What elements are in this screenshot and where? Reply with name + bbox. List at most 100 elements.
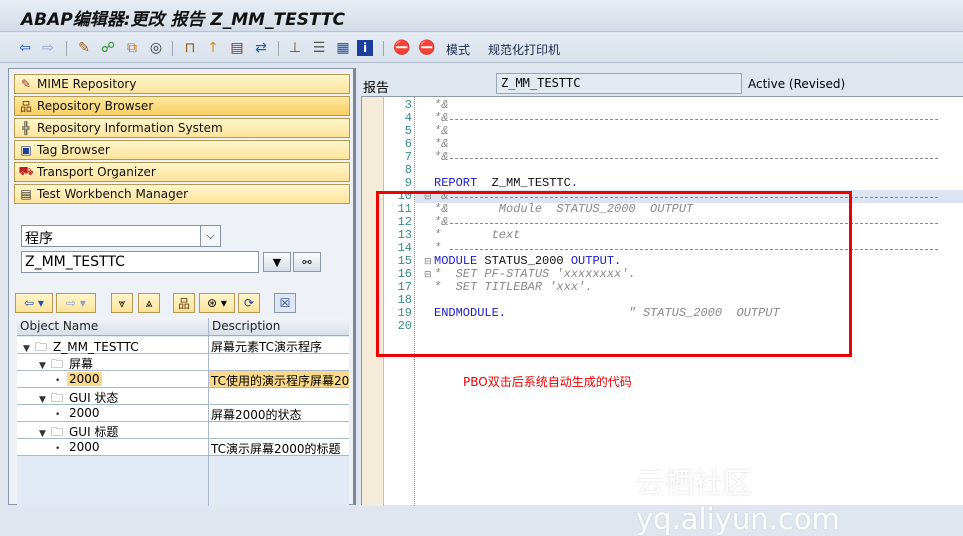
tree-node-label: 2000 bbox=[67, 372, 102, 386]
object-type-value: 程序 bbox=[25, 231, 53, 247]
hierarchy-icon: 品 bbox=[177, 296, 190, 311]
share-icon[interactable]: ⇄ bbox=[251, 38, 271, 58]
target-icon[interactable]: ◎ bbox=[146, 38, 166, 58]
tree-cell-name: • 2000 bbox=[17, 405, 207, 421]
stack-icon[interactable]: ☰ bbox=[309, 38, 329, 58]
refresh-icon: ⟳ bbox=[243, 296, 255, 310]
code-line[interactable]: *& bbox=[434, 151, 448, 164]
navigation-pane: ✎ MIME Repository 品 Repository Browser ╬ Re… bbox=[8, 68, 356, 506]
nav-item-label: Test Workbench Manager bbox=[37, 187, 189, 201]
tree-node-label: 屏幕 bbox=[69, 357, 94, 371]
code-line[interactable]: *& Module STATUS_2000 OUTPUT bbox=[434, 203, 693, 216]
tree-node-label: Z_MM_TESTTC bbox=[53, 340, 139, 354]
hierarchy-icon: 品 bbox=[19, 99, 32, 114]
tree-node-label: GUI 标题 bbox=[69, 425, 119, 439]
nav-item-repository-browser[interactable]: 品 Repository Browser bbox=[14, 96, 350, 116]
activate-icon[interactable]: ☍ bbox=[98, 38, 118, 58]
nav-item-mime-repository[interactable]: ✎ MIME Repository bbox=[14, 74, 350, 94]
fold-toggle-icon[interactable]: ⊟ bbox=[424, 192, 432, 202]
expand-all-button[interactable]: ⩔ bbox=[111, 293, 133, 313]
code-line[interactable]: * SET TITLEBAR 'xxx'. bbox=[434, 281, 592, 294]
list-icon[interactable]: ▦ bbox=[333, 38, 353, 58]
display-button[interactable]: ⚯ bbox=[293, 252, 321, 272]
comment-separator bbox=[450, 197, 938, 198]
back-arrow-icon[interactable]: ⇦ bbox=[15, 38, 35, 58]
expand-toggle-icon[interactable]: ▼ bbox=[39, 395, 51, 405]
pencil-icon[interactable]: ✎ bbox=[74, 38, 94, 58]
tree-row[interactable]: ▼ 🗀 GUI 状态 bbox=[17, 388, 349, 405]
toolbar-separator bbox=[172, 41, 173, 56]
forward-button[interactable]: ⇨ ▾ bbox=[56, 293, 96, 313]
workbench-icon: ▤ bbox=[20, 187, 32, 201]
refresh-button[interactable]: ⟳ bbox=[238, 293, 260, 313]
expand-toggle-icon[interactable]: ▼ bbox=[39, 361, 51, 371]
tree-node-label: 2000 bbox=[69, 406, 100, 420]
hierarchy-button[interactable]: 品 bbox=[173, 293, 195, 313]
pin-icon[interactable]: ↑ bbox=[203, 38, 223, 58]
nav-item-transport-organizer[interactable]: ⛟ Transport Organizer bbox=[14, 162, 350, 182]
object-tree: Object Name Description ▼ 🗀 Z_MM_TESTTC 屏幕元… bbox=[17, 318, 349, 506]
nav-item-label: Transport Organizer bbox=[37, 165, 156, 179]
toolbar-separator bbox=[383, 41, 384, 56]
expand-toggle-icon[interactable]: ▼ bbox=[23, 344, 35, 354]
title-bar: ABAP编辑器:更改 报告 Z_MM_TESTTC bbox=[0, 0, 963, 32]
nav-item-test-workbench-manager[interactable]: ▤ Test Workbench Manager bbox=[14, 184, 350, 204]
object-name-input[interactable]: Z_MM_TESTTC bbox=[21, 251, 259, 273]
tree-cell-description: TC使用的演示程序屏幕2000 bbox=[208, 371, 349, 387]
leaf-bullet-icon: • bbox=[55, 444, 61, 454]
tree-row[interactable]: ▼ 🗀 Z_MM_TESTTC 屏幕元素TC演示程序 bbox=[17, 337, 349, 354]
nav-item-tag-browser[interactable]: ▣ Tag Browser bbox=[14, 140, 350, 160]
tree-row[interactable]: • 2000 TC演示屏幕2000的标题 bbox=[17, 439, 349, 456]
stop-display-icon[interactable]: ⛔ bbox=[392, 38, 412, 58]
code-line[interactable]: ENDMODULE. " STATUS_2000 OUTPUT bbox=[434, 307, 780, 320]
tree-icon[interactable]: ⊥ bbox=[285, 38, 305, 58]
asterisk-icon: ⊛ ▾ bbox=[207, 296, 227, 310]
column-header-object-name[interactable]: Object Name bbox=[17, 318, 208, 336]
expand-icon: ⩔ bbox=[118, 295, 126, 310]
gutter-divider bbox=[414, 97, 415, 506]
collapse-icon: ⩓ bbox=[145, 295, 153, 310]
tree-cell-name: • 2000 bbox=[17, 439, 207, 455]
editor-pane: 报告 Z_MM_TESTTC Active (Revised) 3 *& 4 *& 5 *… bbox=[358, 68, 963, 506]
close-button[interactable]: ☒ bbox=[274, 293, 296, 313]
application-toolbar: ⇦ ⇨ ✎ ☍ ⧉ ◎ ⊓ ↑ ▤ ⇄ ⊥ ☰ ▦ i ⛔ ⛔ 模式 规范化打印… bbox=[0, 33, 963, 63]
chevron-down-icon[interactable]: ⌵ bbox=[200, 226, 220, 246]
column-header-description[interactable]: Description bbox=[208, 318, 349, 336]
code-line[interactable]: REPORT Z_MM_TESTTC. bbox=[434, 177, 578, 190]
back-button[interactable]: ⇦ ▾ bbox=[15, 293, 53, 313]
fold-toggle-icon[interactable]: ⊟ bbox=[424, 270, 432, 280]
tree-row[interactable]: ▼ 🗀 屏幕 bbox=[17, 354, 349, 371]
pattern-button[interactable]: 模式 bbox=[446, 41, 470, 58]
tree-row[interactable]: • 2000 TC使用的演示程序屏幕2000 bbox=[17, 371, 349, 388]
hierarchy-icon[interactable]: ⊓ bbox=[180, 38, 200, 58]
check-icon[interactable]: ⧉ bbox=[122, 38, 142, 58]
comment-separator bbox=[450, 119, 938, 120]
info-icon[interactable]: i bbox=[357, 40, 373, 56]
back-arrow-icon: ⇦ ▾ bbox=[24, 296, 44, 310]
expand-toggle-icon[interactable]: ▼ bbox=[39, 429, 51, 439]
watermark: 云栖社区 yq.aliyun.com bbox=[636, 466, 840, 536]
tree-cell-name: ▼ 🗀 屏幕 bbox=[17, 354, 207, 371]
more-button[interactable]: ⊛ ▾ bbox=[199, 293, 235, 313]
pretty-printer-button[interactable]: 规范化打印机 bbox=[488, 41, 560, 58]
object-name-value: Z_MM_TESTTC bbox=[25, 254, 125, 270]
tree-cell-name: ▼ 🗀 Z_MM_TESTTC bbox=[17, 337, 207, 354]
info-system-icon: ╬ bbox=[22, 121, 30, 135]
tree-row[interactable]: ▼ 🗀 GUI 标题 bbox=[17, 422, 349, 439]
tree-cell-description: 屏幕元素TC演示程序 bbox=[208, 337, 349, 353]
code-line[interactable]: * text bbox=[434, 229, 520, 242]
stop-user-icon[interactable]: ⛔ bbox=[417, 38, 437, 58]
tree-row[interactable]: • 2000 屏幕2000的状态 bbox=[17, 405, 349, 422]
nav-item-repository-information-system[interactable]: ╬ Repository Information System bbox=[14, 118, 350, 138]
glasses-icon: ⚯ bbox=[302, 255, 312, 269]
object-type-select[interactable]: 程序 ⌵ bbox=[21, 225, 221, 247]
code-editor[interactable]: 3 *& 4 *& 5 *& 6 *& 7 *& 8 9 REPORT Z_MM_TESTTC. 10 *&… bbox=[361, 96, 963, 506]
forward-arrow-icon[interactable]: ⇨ bbox=[38, 38, 58, 58]
dropdown-button[interactable]: ▼ bbox=[263, 252, 291, 272]
display-icon[interactable]: ▤ bbox=[227, 38, 247, 58]
fold-toggle-icon[interactable]: ⊟ bbox=[424, 257, 432, 267]
line-number: 20 bbox=[397, 319, 412, 333]
window-title: ABAP编辑器:更改 报告 Z_MM_TESTTC bbox=[21, 10, 346, 30]
collapse-all-button[interactable]: ⩓ bbox=[138, 293, 160, 313]
breakpoint-gutter[interactable] bbox=[362, 97, 384, 506]
